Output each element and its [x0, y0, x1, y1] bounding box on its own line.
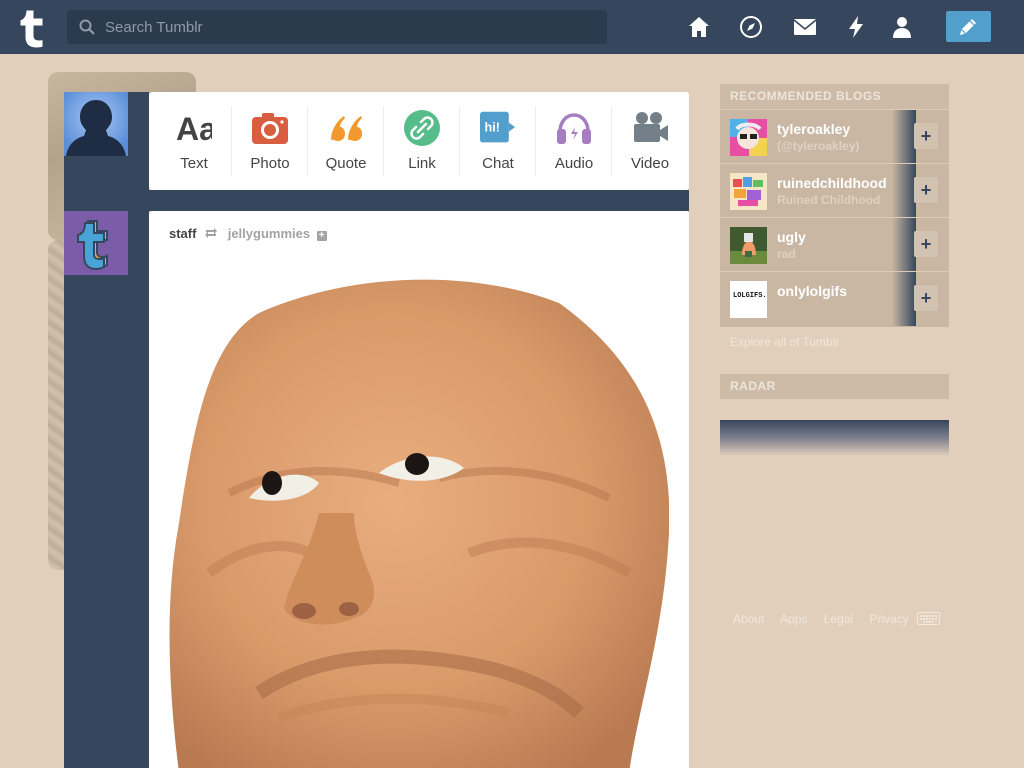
tumblr-logo-icon[interactable]: [16, 4, 52, 49]
compose-post-button[interactable]: [946, 11, 991, 42]
post-card: staff jellygummies +: [149, 211, 689, 768]
sidebar-footer: About Apps Legal Privacy: [733, 612, 922, 626]
inbox-envelope-icon[interactable]: [793, 15, 817, 39]
blog-subtitle: Ruined Childhood: [777, 193, 881, 207]
follow-plus-icon[interactable]: +: [316, 231, 327, 241]
reblog-icon: [205, 228, 218, 238]
fade-overlay: [892, 218, 916, 272]
search-icon: [79, 19, 95, 35]
fade-overlay: [892, 272, 916, 326]
activity-lightning-icon[interactable]: [844, 15, 868, 39]
svg-text:LOLGIFS. NET: LOLGIFS. NET: [733, 292, 767, 300]
reblogged-from-blog[interactable]: jellygummies: [228, 226, 310, 241]
blog-avatar[interactable]: LOLGIFS. NET: [730, 281, 767, 318]
blog-avatar[interactable]: [730, 227, 767, 264]
post-type-text[interactable]: Aa Text: [156, 92, 232, 190]
recommended-blogs-title: RECOMMENDED BLOGS: [720, 84, 949, 109]
follow-button[interactable]: +: [914, 231, 938, 257]
fade-overlay: [892, 110, 916, 164]
post-type-label: Text: [180, 155, 208, 172]
post-type-audio[interactable]: Audio: [536, 92, 612, 190]
chat-bubble-icon: hi!: [480, 111, 516, 143]
post-type-bar: Aa Text Photo Quote Link hi! Chat Audio …: [149, 92, 689, 190]
recommended-blogs-list: tyleroakley (@tyleroakley) + ruinedchild…: [720, 109, 949, 327]
blog-subtitle: (@tyleroakley): [777, 139, 860, 153]
post-type-quote[interactable]: Quote: [308, 92, 384, 190]
quote-icon: [331, 116, 362, 141]
post-header: staff jellygummies +: [169, 226, 327, 241]
dashboard-spacer: [149, 190, 689, 211]
list-item[interactable]: LOLGIFS. NET onlylolgifs +: [720, 271, 949, 326]
svg-text:hi!: hi!: [485, 121, 500, 135]
list-item[interactable]: ugly rad +: [720, 217, 949, 272]
link-icon: [404, 110, 440, 146]
home-icon[interactable]: [687, 15, 711, 39]
radar-post-preview[interactable]: [720, 420, 949, 456]
post-type-label: Quote: [325, 155, 367, 172]
blog-subtitle: rad: [777, 247, 796, 261]
list-item[interactable]: ruinedchildhood Ruined Childhood +: [720, 163, 949, 218]
keyboard-icon[interactable]: [917, 612, 940, 625]
fade-overlay: [892, 164, 916, 218]
headphones-icon: [557, 113, 591, 144]
search-box[interactable]: [67, 10, 607, 44]
explore-compass-icon[interactable]: [739, 15, 763, 39]
search-input[interactable]: [105, 10, 595, 44]
post-type-chat[interactable]: hi! Chat: [460, 92, 536, 190]
post-type-label: Link: [408, 155, 436, 172]
account-person-icon[interactable]: [890, 15, 914, 39]
post-type-label: Video: [630, 155, 670, 172]
top-navigation-bar: [0, 0, 1024, 54]
avatar-column: [64, 92, 149, 768]
follow-button[interactable]: +: [914, 177, 938, 203]
list-item[interactable]: tyleroakley (@tyleroakley) +: [720, 109, 949, 164]
blog-name[interactable]: tyleroakley: [777, 121, 850, 137]
footer-link-privacy[interactable]: Privacy: [869, 612, 908, 626]
blog-name[interactable]: ruinedchildhood: [777, 175, 887, 191]
footer-link-about[interactable]: About: [733, 612, 764, 626]
user-avatar[interactable]: [64, 92, 128, 156]
footer-link-apps[interactable]: Apps: [780, 612, 807, 626]
radar-title: RADAR: [720, 374, 949, 399]
blog-avatar[interactable]: [730, 173, 767, 210]
blog-name[interactable]: onlylolgifs: [777, 283, 847, 299]
text-aa-icon: Aa: [176, 111, 212, 146]
staff-avatar[interactable]: [64, 211, 128, 275]
follow-button[interactable]: +: [914, 123, 938, 149]
post-type-video[interactable]: Video: [612, 92, 688, 190]
explore-all-link[interactable]: Explore all of Tumblr: [730, 335, 839, 349]
blog-avatar[interactable]: [730, 119, 767, 156]
post-photo-clay-face[interactable]: [169, 273, 669, 768]
camera-icon: [252, 113, 288, 144]
post-type-link[interactable]: Link: [384, 92, 460, 190]
post-type-label: Chat: [482, 155, 514, 172]
post-type-photo[interactable]: Photo: [232, 92, 308, 190]
post-blog-name[interactable]: staff: [169, 226, 196, 241]
post-type-label: Audio: [554, 155, 594, 172]
post-type-label: Photo: [250, 155, 290, 172]
svg-text:Aa: Aa: [176, 111, 212, 146]
pencil-icon: [960, 19, 976, 35]
blog-name[interactable]: ugly: [777, 229, 806, 245]
footer-link-legal[interactable]: Legal: [824, 612, 853, 626]
follow-button[interactable]: +: [914, 285, 938, 311]
video-camera-icon: [634, 112, 668, 142]
